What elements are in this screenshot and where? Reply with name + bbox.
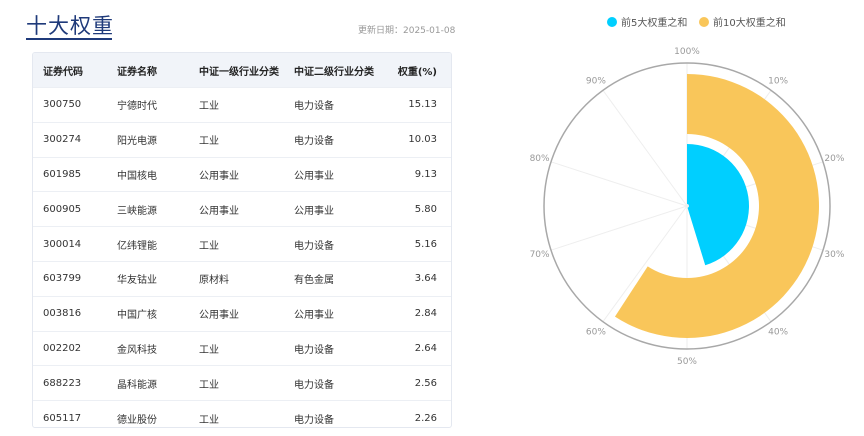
grid-spoke	[550, 205, 688, 251]
header-weight: 权重(%)	[394, 53, 451, 88]
angle-tick-label: 40%	[768, 327, 788, 337]
cell-level2-industry: 电力设备	[294, 330, 394, 366]
cell-security-code: 601985	[33, 156, 117, 192]
header-security-code: 证券代码	[33, 53, 117, 88]
cell-weight: 15.13	[394, 87, 451, 123]
table-row: 300014 亿纬锂能 工业 电力设备 5.16	[33, 226, 451, 262]
bar-top5-sum	[687, 144, 749, 266]
cell-level1-industry: 工业	[199, 330, 294, 366]
grid-spoke	[550, 161, 688, 207]
cell-security-code: 603799	[33, 260, 117, 297]
cell-security-name: 晶科能源	[117, 365, 199, 401]
table-row: 300274 阳光电源 工业 电力设备 10.03	[33, 121, 451, 158]
cell-security-code: 003816	[33, 295, 117, 332]
cell-level1-industry: 工业	[199, 87, 294, 123]
cell-level1-industry: 工业	[199, 121, 294, 158]
table-header-row: 证券代码 证券名称 中证一级行业分类 中证二级行业分类 权重(%)	[33, 53, 451, 88]
cell-security-name: 中国核电	[117, 156, 199, 192]
header-level1-industry: 中证一级行业分类	[199, 53, 294, 88]
table-row: 300750 宁德时代 工业 电力设备 15.13	[33, 87, 451, 123]
cell-weight: 5.80	[394, 191, 451, 227]
angle-tick-label: 100%	[674, 47, 700, 57]
cell-level1-industry: 公用事业	[199, 295, 294, 332]
cell-weight: 3.64	[394, 260, 451, 297]
cell-level2-industry: 电力设备	[294, 400, 394, 427]
legend-label-top10: 前10大权重之和	[713, 16, 786, 29]
chart-legend: 前5大权重之和 前10大权重之和	[607, 16, 786, 29]
cell-security-code: 300274	[33, 121, 117, 158]
page-title: 十大权重	[26, 14, 114, 38]
angle-tick-label: 90%	[586, 77, 606, 87]
table-row: 601985 中国核电 公用事业 公用事业 9.13	[33, 156, 451, 192]
table-row: 605117 德业股份 工业 电力设备 2.26	[33, 400, 451, 427]
cell-security-code: 300014	[33, 226, 117, 262]
cell-level2-industry: 电力设备	[294, 87, 394, 123]
cell-level2-industry: 电力设备	[294, 226, 394, 262]
legend-swatch-top10	[699, 17, 709, 27]
angle-tick-label: 60%	[586, 327, 606, 337]
cell-weight: 10.03	[394, 121, 451, 158]
cell-security-name: 中国广核	[117, 295, 199, 332]
angle-tick-label: 80%	[530, 154, 550, 164]
angle-tick-label: 30%	[824, 250, 844, 260]
cell-security-code: 600905	[33, 191, 117, 227]
cell-weight: 2.64	[394, 330, 451, 366]
cell-level1-industry: 工业	[199, 226, 294, 262]
cell-weight: 2.26	[394, 400, 451, 427]
cell-security-code: 605117	[33, 400, 117, 427]
cell-security-code: 688223	[33, 365, 117, 401]
cell-level2-industry: 电力设备	[294, 121, 394, 158]
grid-spoke	[602, 90, 688, 207]
header-level2-industry: 中证二级行业分类	[294, 53, 394, 88]
cell-security-name: 金风科技	[117, 330, 199, 366]
cell-level2-industry: 电力设备	[294, 365, 394, 401]
cell-weight: 9.13	[394, 156, 451, 192]
cell-security-code: 300750	[33, 87, 117, 123]
cell-level1-industry: 工业	[199, 400, 294, 427]
cell-level1-industry: 公用事业	[199, 156, 294, 192]
table-row: 603799 华友钴业 原材料 有色金属 3.64	[33, 260, 451, 297]
cell-weight: 5.16	[394, 226, 451, 262]
cell-security-name: 阳光电源	[117, 121, 199, 158]
table-row: 003816 中国广核 公用事业 公用事业 2.84	[33, 295, 451, 332]
angle-tick-label: 10%	[768, 77, 788, 87]
header-security-name: 证券名称	[117, 53, 199, 88]
holdings-table: 证券代码 证券名称 中证一级行业分类 中证二级行业分类 权重(%) 300750…	[33, 53, 451, 427]
cell-level1-industry: 工业	[199, 365, 294, 401]
table-row: 688223 晶科能源 工业 电力设备 2.56	[33, 365, 451, 401]
cell-weight: 2.56	[394, 365, 451, 401]
chart-bars	[614, 74, 819, 338]
cell-security-name: 宁德时代	[117, 87, 199, 123]
cell-level1-industry: 公用事业	[199, 191, 294, 227]
cell-level2-industry: 有色金属	[294, 260, 394, 297]
cell-security-code: 002202	[33, 330, 117, 366]
cell-security-name: 亿纬锂能	[117, 226, 199, 262]
angle-tick-label: 50%	[677, 357, 697, 367]
legend-swatch-top5	[607, 17, 617, 27]
cell-level2-industry: 公用事业	[294, 295, 394, 332]
cell-level2-industry: 公用事业	[294, 191, 394, 227]
holdings-table-container: 证券代码 证券名称 中证一级行业分类 中证二级行业分类 权重(%) 300750…	[32, 52, 452, 428]
cell-security-name: 华友钴业	[117, 260, 199, 297]
table-row: 600905 三峡能源 公用事业 公用事业 5.80	[33, 191, 451, 227]
cell-security-name: 德业股份	[117, 400, 199, 427]
title-underline	[26, 38, 112, 40]
legend-label-top5: 前5大权重之和	[621, 16, 687, 29]
angle-tick-label: 70%	[530, 250, 550, 260]
table-row: 002202 金风科技 工业 电力设备 2.64	[33, 330, 451, 366]
cell-level1-industry: 原材料	[199, 260, 294, 297]
table-body: 300750 宁德时代 工业 电力设备 15.13 300274 阳光电源 工业 电力设备 10.…	[33, 87, 451, 427]
weight-polar-chart: 前5大权重之和 前10大权重之和 10% 20% 30% 40% 50% 60% 70% 80…	[530, 16, 845, 367]
cell-weight: 2.84	[394, 295, 451, 332]
cell-security-name: 三峡能源	[117, 191, 199, 227]
cell-level2-industry: 公用事业	[294, 156, 394, 192]
update-date: 更新日期：2025-01-08	[358, 26, 456, 36]
angle-tick-label: 20%	[824, 154, 844, 164]
